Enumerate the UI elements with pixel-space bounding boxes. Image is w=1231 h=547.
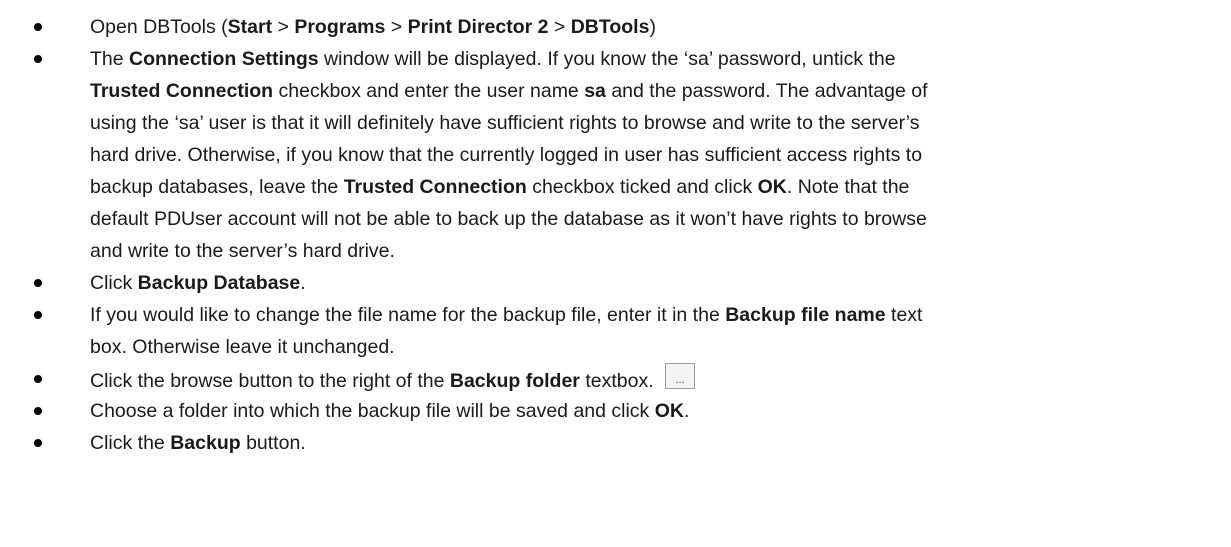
bold-term: DBTools xyxy=(570,16,650,38)
bullet-icon xyxy=(34,439,42,447)
text-line: Click Backup Database. xyxy=(90,267,1215,299)
bullet-icon xyxy=(34,279,42,287)
text-line: using the ‘sa’ user is that it will defi… xyxy=(90,107,1215,139)
text-run: Choose a folder into which the backup fi… xyxy=(90,400,655,422)
text-run: If you would like to change the file nam… xyxy=(90,304,726,326)
list-item-text: If you would like to change the file nam… xyxy=(90,299,1215,363)
text-run: text xyxy=(885,304,923,326)
text-run: Click xyxy=(90,272,138,294)
text-run: ) xyxy=(649,16,656,38)
text-run: > xyxy=(385,16,408,38)
browse-button[interactable]: ... xyxy=(665,363,696,389)
text-run: . xyxy=(300,272,306,294)
text-line: If you would like to change the file nam… xyxy=(90,299,1215,331)
text-run: window will be displayed. If you know th… xyxy=(318,48,896,70)
list-item-text: Choose a folder into which the backup fi… xyxy=(90,395,1215,427)
text-line: Open DBTools (Start > Programs > Print D… xyxy=(90,11,1215,43)
text-run: textbox. xyxy=(579,370,660,392)
bold-term: Start xyxy=(227,16,273,38)
text-line: box. Otherwise leave it unchanged. xyxy=(90,331,1215,363)
bold-term: Backup xyxy=(170,432,241,454)
text-run: using the ‘sa’ user is that it will defi… xyxy=(90,112,920,134)
bold-term: sa xyxy=(584,80,606,102)
text-run: > xyxy=(548,16,571,38)
text-run: hard drive. Otherwise, if you know that … xyxy=(90,144,923,166)
bullet-icon xyxy=(34,23,42,31)
list-item-text: Open DBTools (Start > Programs > Print D… xyxy=(90,11,1215,43)
text-line: hard drive. Otherwise, if you know that … xyxy=(90,139,1215,171)
text-run: box. Otherwise leave it unchanged. xyxy=(90,336,395,358)
text-run: . xyxy=(683,400,690,422)
bold-term: Trusted Connection xyxy=(90,80,274,102)
text-run: Click the xyxy=(90,432,171,454)
text-run: and the password. The advantage of xyxy=(605,80,928,102)
bold-term: Connection Settings xyxy=(129,48,319,70)
text-run: The xyxy=(90,48,130,70)
text-line: default PDUser account will not be able … xyxy=(90,203,1215,235)
text-run: default PDUser account will not be able … xyxy=(90,208,927,230)
bold-term: Backup Database xyxy=(137,272,301,294)
bold-term: OK xyxy=(654,400,684,422)
text-run: backup databases, leave the xyxy=(90,176,344,198)
text-run: checkbox and enter the user name xyxy=(273,80,585,102)
list-item-text: Click the Backup button. xyxy=(90,427,1215,459)
text-line: Click the browse button to the right of … xyxy=(90,363,1215,397)
bold-term: Trusted Connection xyxy=(343,176,527,198)
list-item-text: Click Backup Database. xyxy=(90,267,1215,299)
bold-term: Backup folder xyxy=(449,370,580,392)
text-line: Choose a folder into which the backup fi… xyxy=(90,395,1215,427)
text-line: Click the Backup button. xyxy=(90,427,1215,459)
bullet-icon xyxy=(34,407,42,415)
bullet-icon xyxy=(34,55,42,63)
text-run: and write to the server’s hard drive. xyxy=(90,240,395,262)
bold-term: OK xyxy=(757,176,787,198)
list-item-text: Click the browse button to the right of … xyxy=(90,363,1215,397)
bullet-icon xyxy=(34,375,42,383)
bold-term: Print Director 2 xyxy=(407,16,549,38)
text-line: and write to the server’s hard drive. xyxy=(90,235,1215,267)
text-line: backup databases, leave the Trusted Conn… xyxy=(90,171,1215,203)
text-run: > xyxy=(272,16,295,38)
text-run: . Note that the xyxy=(786,176,910,198)
text-line: Trusted Connection checkbox and enter th… xyxy=(90,75,1215,107)
text-line: The Connection Settings window will be d… xyxy=(90,43,1215,75)
list-item-text: The Connection Settings window will be d… xyxy=(90,43,1215,267)
text-run: Open DBTools ( xyxy=(90,16,228,38)
ellipsis-icon: ... xyxy=(675,374,685,386)
bullet-icon xyxy=(34,311,42,319)
bold-term: Backup file name xyxy=(725,304,886,326)
text-run: Click the browse button to the right of … xyxy=(90,370,450,392)
text-run: checkbox ticked and click xyxy=(526,176,758,198)
text-run: button. xyxy=(240,432,306,454)
bold-term: Programs xyxy=(294,16,386,38)
